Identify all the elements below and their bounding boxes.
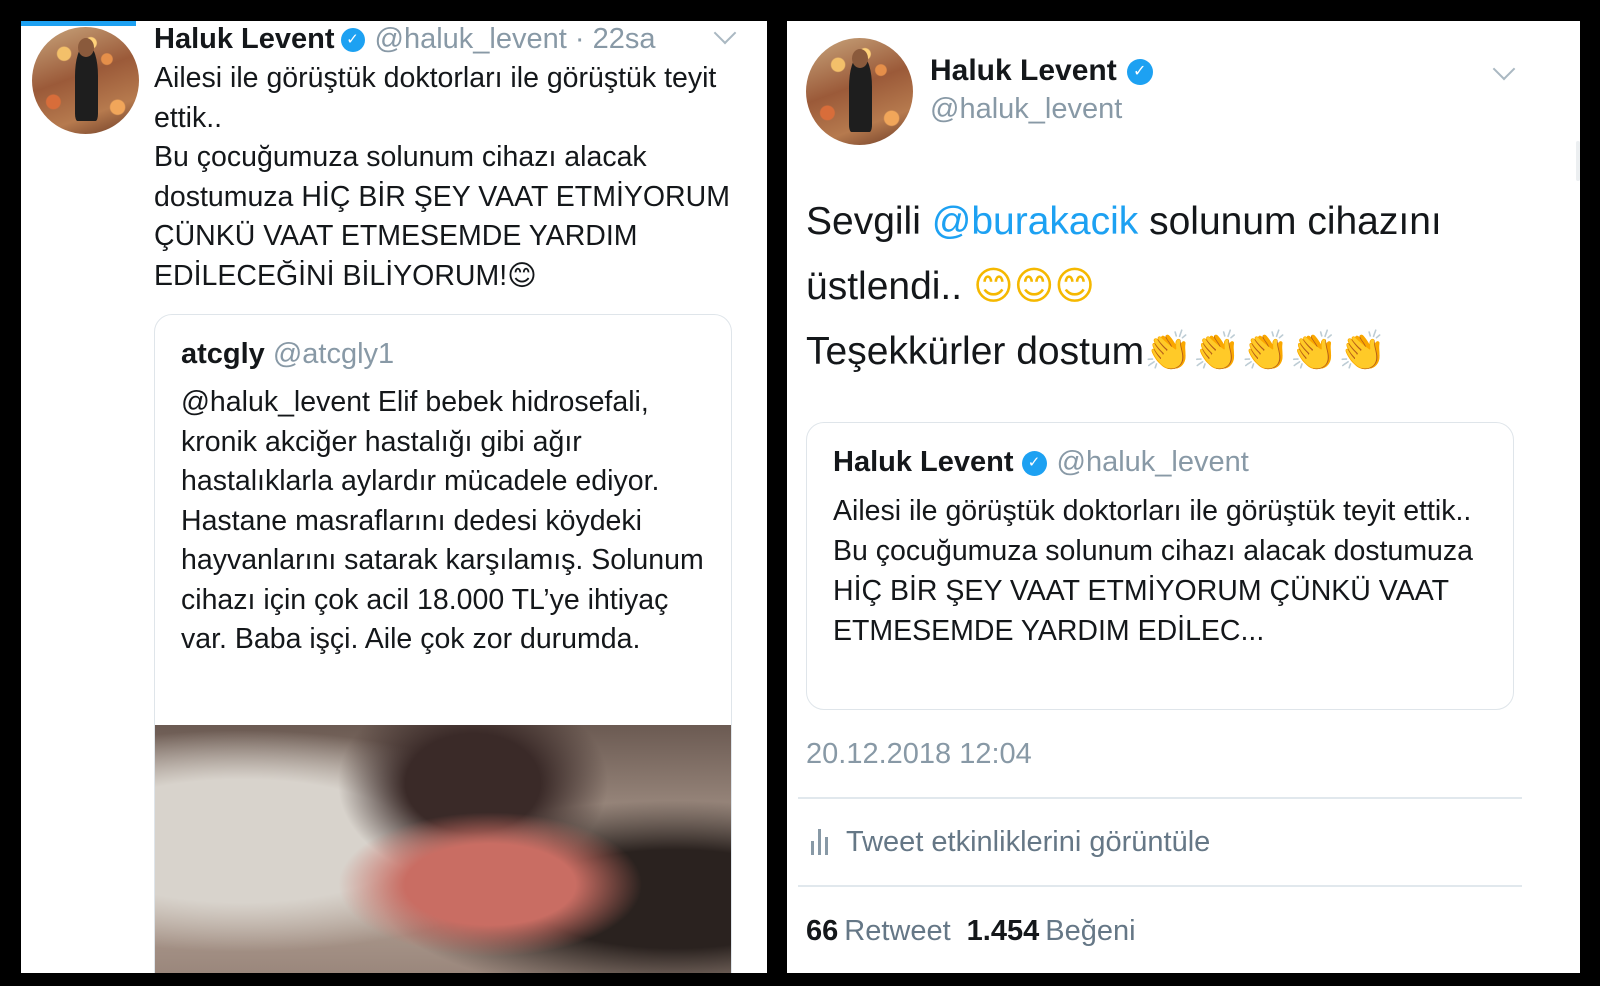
tweet-activity-button[interactable]: Tweet etkinliklerini görüntüle [811,821,1210,863]
bar-chart-icon [811,829,828,855]
quoted-author-name: Haluk Levent [833,446,1014,478]
tweet-text: Sevgili @burakacik solunum cihazını üstl… [806,189,1526,384]
mention-link[interactable]: @burakacik [932,200,1139,243]
divider [798,885,1522,887]
quoted-tweet-text: @haluk_levent Elif bebek hidrosefali, kr… [181,386,704,655]
author-name[interactable]: Haluk Levent [154,23,335,55]
chevron-down-icon[interactable] [1492,57,1516,81]
quoted-tweet-header: Haluk Levent ✓ @haluk_levent [833,443,1249,481]
quoted-author-handle: @atcgly1 [272,338,395,370]
tweet-text: Ailesi ile görüştük doktorları ile görüş… [154,62,730,292]
author-handle[interactable]: @haluk_levent [930,90,1122,128]
quoted-tweet[interactable]: atcgly @atcgly1 @haluk_levent Elif bebek … [154,314,732,973]
tweet-time[interactable]: 22sa [593,23,656,55]
like-label[interactable]: Beğeni [1045,915,1135,947]
clap-emoji-icon: 👏👏👏👏👏 [1144,329,1387,374]
quoted-author-handle: @haluk_levent [1056,446,1249,478]
quoted-tweet[interactable]: Haluk Levent ✓ @haluk_levent Ailesi ile gö… [806,422,1514,710]
author-handle[interactable]: @haluk_levent [375,23,567,55]
smile-emoji-icon: 😊😊😊 [972,264,1095,309]
quoted-tweet-text: Ailesi ile görüştük doktorları ile görüş… [833,495,1474,647]
separator: · [574,23,585,55]
chevron-down-icon[interactable] [713,21,737,45]
retweet-count[interactable]: 66 [806,915,838,947]
tweet-activity-label: Tweet etkinliklerini görüntüle [846,826,1211,858]
retweet-label[interactable]: Retweet [844,915,950,947]
tweet-text-prefix: Sevgili [806,200,932,243]
scrollbar[interactable] [1576,141,1580,181]
verified-badge-icon: ✓ [340,28,365,53]
tweet-header: Haluk Levent ✓ @haluk_levent · 22sa [154,23,655,55]
tweet-date: 20.12.2018 12:04 [806,738,1032,770]
progress-bar [21,21,136,26]
author-name[interactable]: Haluk Levent [930,54,1117,87]
avatar[interactable] [32,27,139,134]
left-tweet-panel: Haluk Levent ✓ @haluk_levent · 22sa Ailesi… [21,21,767,973]
quoted-tweet-image[interactable] [155,725,731,973]
author-name-row[interactable]: Haluk Levent ✓ [930,52,1153,90]
quoted-tweet-header: atcgly @atcgly1 [181,335,394,373]
divider [798,797,1522,799]
avatar[interactable] [806,38,913,145]
right-tweet-panel: Haluk Levent ✓ @haluk_levent Sevgili @bur… [787,21,1580,973]
engagement-counts: 66 Retweet 1.454 Beğeni [806,910,1152,952]
like-count[interactable]: 1.454 [967,915,1040,947]
verified-badge-icon: ✓ [1126,59,1153,86]
verified-badge-icon: ✓ [1021,450,1047,476]
tweet-text-line3: Teşekkürler dostum [806,330,1145,373]
quoted-author-name: atcgly [181,338,265,370]
